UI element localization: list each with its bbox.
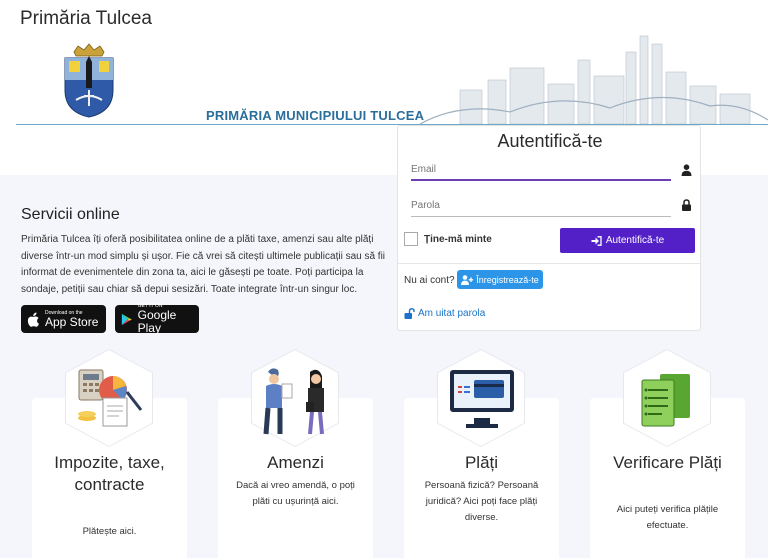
card-title: Impozite, taxe, contracte: [54, 453, 165, 494]
taxes-icon: [78, 369, 143, 427]
card-title: Plăți: [464, 453, 499, 472]
tulcea-coat-of-arms-icon[interactable]: [62, 42, 116, 118]
sign-in-icon: [591, 235, 602, 246]
login-button-label: Autentifică-te: [605, 235, 665, 246]
google-play-label: Google Play: [137, 308, 177, 335]
online-payment-icon: [450, 370, 514, 428]
card-title: Verificare Plăți: [613, 453, 722, 472]
card-description: Dacă ai vreo amendă, o poți plăti cu ușu…: [236, 480, 355, 507]
checkbox-box[interactable]: [404, 232, 418, 246]
password-field[interactable]: [411, 195, 671, 217]
register-button-label: Înregistrează-te: [476, 274, 539, 285]
login-card: Autentifică-te Ține-mă minte Autentifică…: [397, 125, 701, 331]
site-title[interactable]: Primăria Tulcea: [20, 8, 152, 30]
services-title: Servicii online: [21, 206, 120, 223]
unlock-icon: [404, 308, 415, 319]
banner-text: PRIMĂRIA MUNICIPIULUI TULCEA: [206, 108, 425, 123]
services-description: Primăria Tulcea îți oferă posibilitatea …: [21, 234, 386, 295]
email-field[interactable]: [411, 159, 671, 181]
city-skyline-banner: [420, 35, 768, 125]
no-account-text: Nu ai cont?: [404, 275, 455, 286]
receipt-check-icon: [641, 374, 690, 427]
card-description: Persoană fizică? Persoană juridică? Aici…: [424, 480, 539, 523]
app-store-label: App Store: [45, 314, 99, 329]
card-title: Amenzi: [267, 453, 324, 472]
google-play-button[interactable]: GET IT ON Google Play: [115, 303, 199, 335]
user-plus-icon: [461, 274, 474, 285]
register-button[interactable]: Înregistrează-te: [457, 270, 543, 289]
login-button[interactable]: Autentifică-te: [560, 228, 695, 253]
login-title: Autentifică-te: [497, 131, 603, 151]
fines-icon: [263, 368, 324, 435]
remember-me-label: Ține-mă minte: [424, 233, 492, 245]
app-store-button[interactable]: Download on the App Store: [21, 305, 106, 333]
lock-icon: [682, 199, 691, 211]
google-play-icon: [121, 313, 132, 325]
card-description: Plătește aici.: [82, 526, 137, 537]
apple-icon: [27, 312, 39, 327]
remember-me-checkbox[interactable]: Ține-mă minte: [404, 232, 492, 246]
forgot-password-label: Am uitat parola: [418, 308, 486, 319]
card-description: Aici puteți verifica plățile efectuate.: [616, 504, 719, 531]
forgot-password-link[interactable]: Am uitat parola: [404, 308, 485, 319]
user-icon: [681, 164, 692, 176]
login-card-divider: [398, 263, 700, 264]
